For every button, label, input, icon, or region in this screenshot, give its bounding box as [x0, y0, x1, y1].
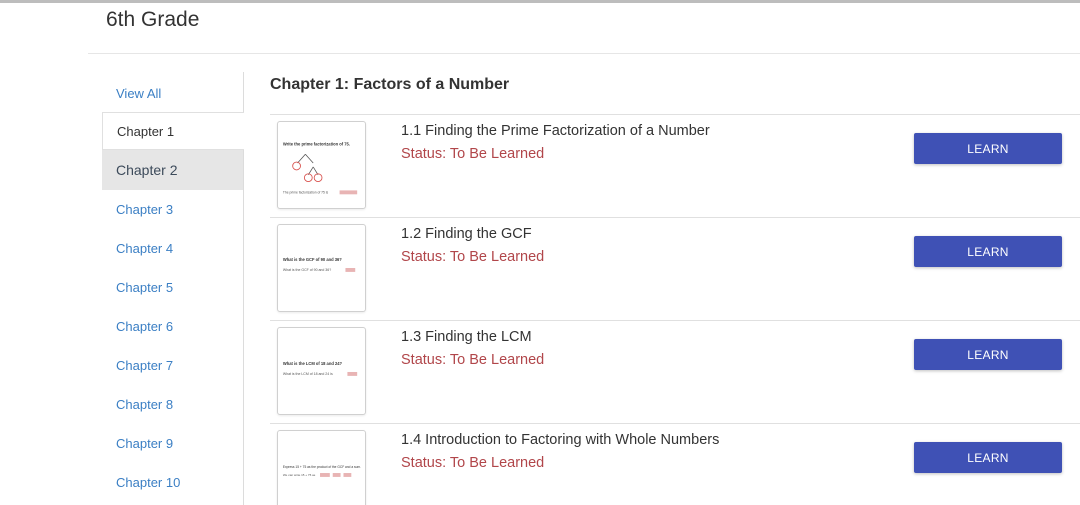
thumb-heading: What is the LCM of 18 and 24?	[283, 361, 343, 366]
learn-button[interactable]: LEARN	[914, 339, 1062, 370]
sidebar-item-chapter-3[interactable]: Chapter 3	[102, 190, 243, 229]
thumb-line: We can write 15 + 75 as	[283, 473, 316, 477]
lesson-title: 1.4 Introduction to Factoring with Whole…	[401, 432, 720, 448]
lesson-title: 1.3 Finding the LCM	[401, 329, 532, 345]
lesson-thumbnail[interactable]: Express 15 + 75 as the product of the GC…	[277, 430, 366, 505]
thumb-heading: Write the prime factorization of 75.	[283, 141, 350, 146]
thumb-heading: Express 15 + 75 as the product of the GC…	[283, 465, 361, 469]
sidebar-item-chapter-6[interactable]: Chapter 6	[102, 307, 243, 346]
lesson-title: 1.2 Finding the GCF	[401, 226, 532, 242]
lesson-row: What is the LCM of 18 and 24? What is th…	[270, 320, 1080, 424]
lesson-thumbnail[interactable]: Write the prime factorization of 75. The…	[277, 121, 366, 209]
sidebar-item-chapter-1[interactable]: Chapter 1	[102, 112, 244, 150]
lesson-thumbnail[interactable]: What is the LCM of 18 and 24? What is th…	[277, 327, 366, 415]
lesson-thumbnail[interactable]: What is the GCF of 90 and 36? What is th…	[277, 224, 366, 312]
sidebar-item-chapter-10[interactable]: Chapter 10	[102, 463, 243, 502]
lesson-status: Status: To Be Learned	[401, 146, 545, 162]
lesson-row: What is the GCF of 90 and 36? What is th…	[270, 217, 1080, 321]
learn-button[interactable]: LEARN	[914, 133, 1062, 164]
lesson-row: Write the prime factorization of 75. The…	[270, 114, 1080, 218]
title-divider	[88, 53, 1080, 54]
thumb-line: What is the LCM of 18 and 24 is	[283, 372, 333, 376]
chapter-sidebar: View All Chapter 1 Chapter 2 Chapter 3 C…	[102, 72, 244, 505]
sidebar-item-chapter-5[interactable]: Chapter 5	[102, 268, 243, 307]
lesson-title: 1.1 Finding the Prime Factorization of a…	[401, 123, 710, 139]
sidebar-item-chapter-4[interactable]: Chapter 4	[102, 229, 243, 268]
sidebar-item-chapter-8[interactable]: Chapter 8	[102, 385, 243, 424]
top-border	[0, 0, 1080, 3]
lesson-row: Express 15 + 75 as the product of the GC…	[270, 423, 1080, 505]
lesson-status: Status: To Be Learned	[401, 455, 545, 471]
page-title: 6th Grade	[106, 8, 200, 31]
sidebar-item-view-all[interactable]: View All	[102, 72, 243, 112]
thumb-heading: What is the GCF of 90 and 36?	[283, 257, 342, 262]
sidebar-item-chapter-2[interactable]: Chapter 2	[102, 150, 243, 190]
sidebar-item-chapter-7[interactable]: Chapter 7	[102, 346, 243, 385]
thumb-line: The prime factorization of 75 is	[283, 190, 329, 194]
chapter-title: Chapter 1: Factors of a Number	[270, 76, 510, 93]
learn-button[interactable]: LEARN	[914, 442, 1062, 473]
lesson-status: Status: To Be Learned	[401, 352, 545, 368]
sidebar-item-chapter-9[interactable]: Chapter 9	[102, 424, 243, 463]
lesson-status: Status: To Be Learned	[401, 249, 545, 265]
learn-button[interactable]: LEARN	[914, 236, 1062, 267]
thumb-line: What is the GCF of 90 and 36?	[283, 268, 331, 272]
